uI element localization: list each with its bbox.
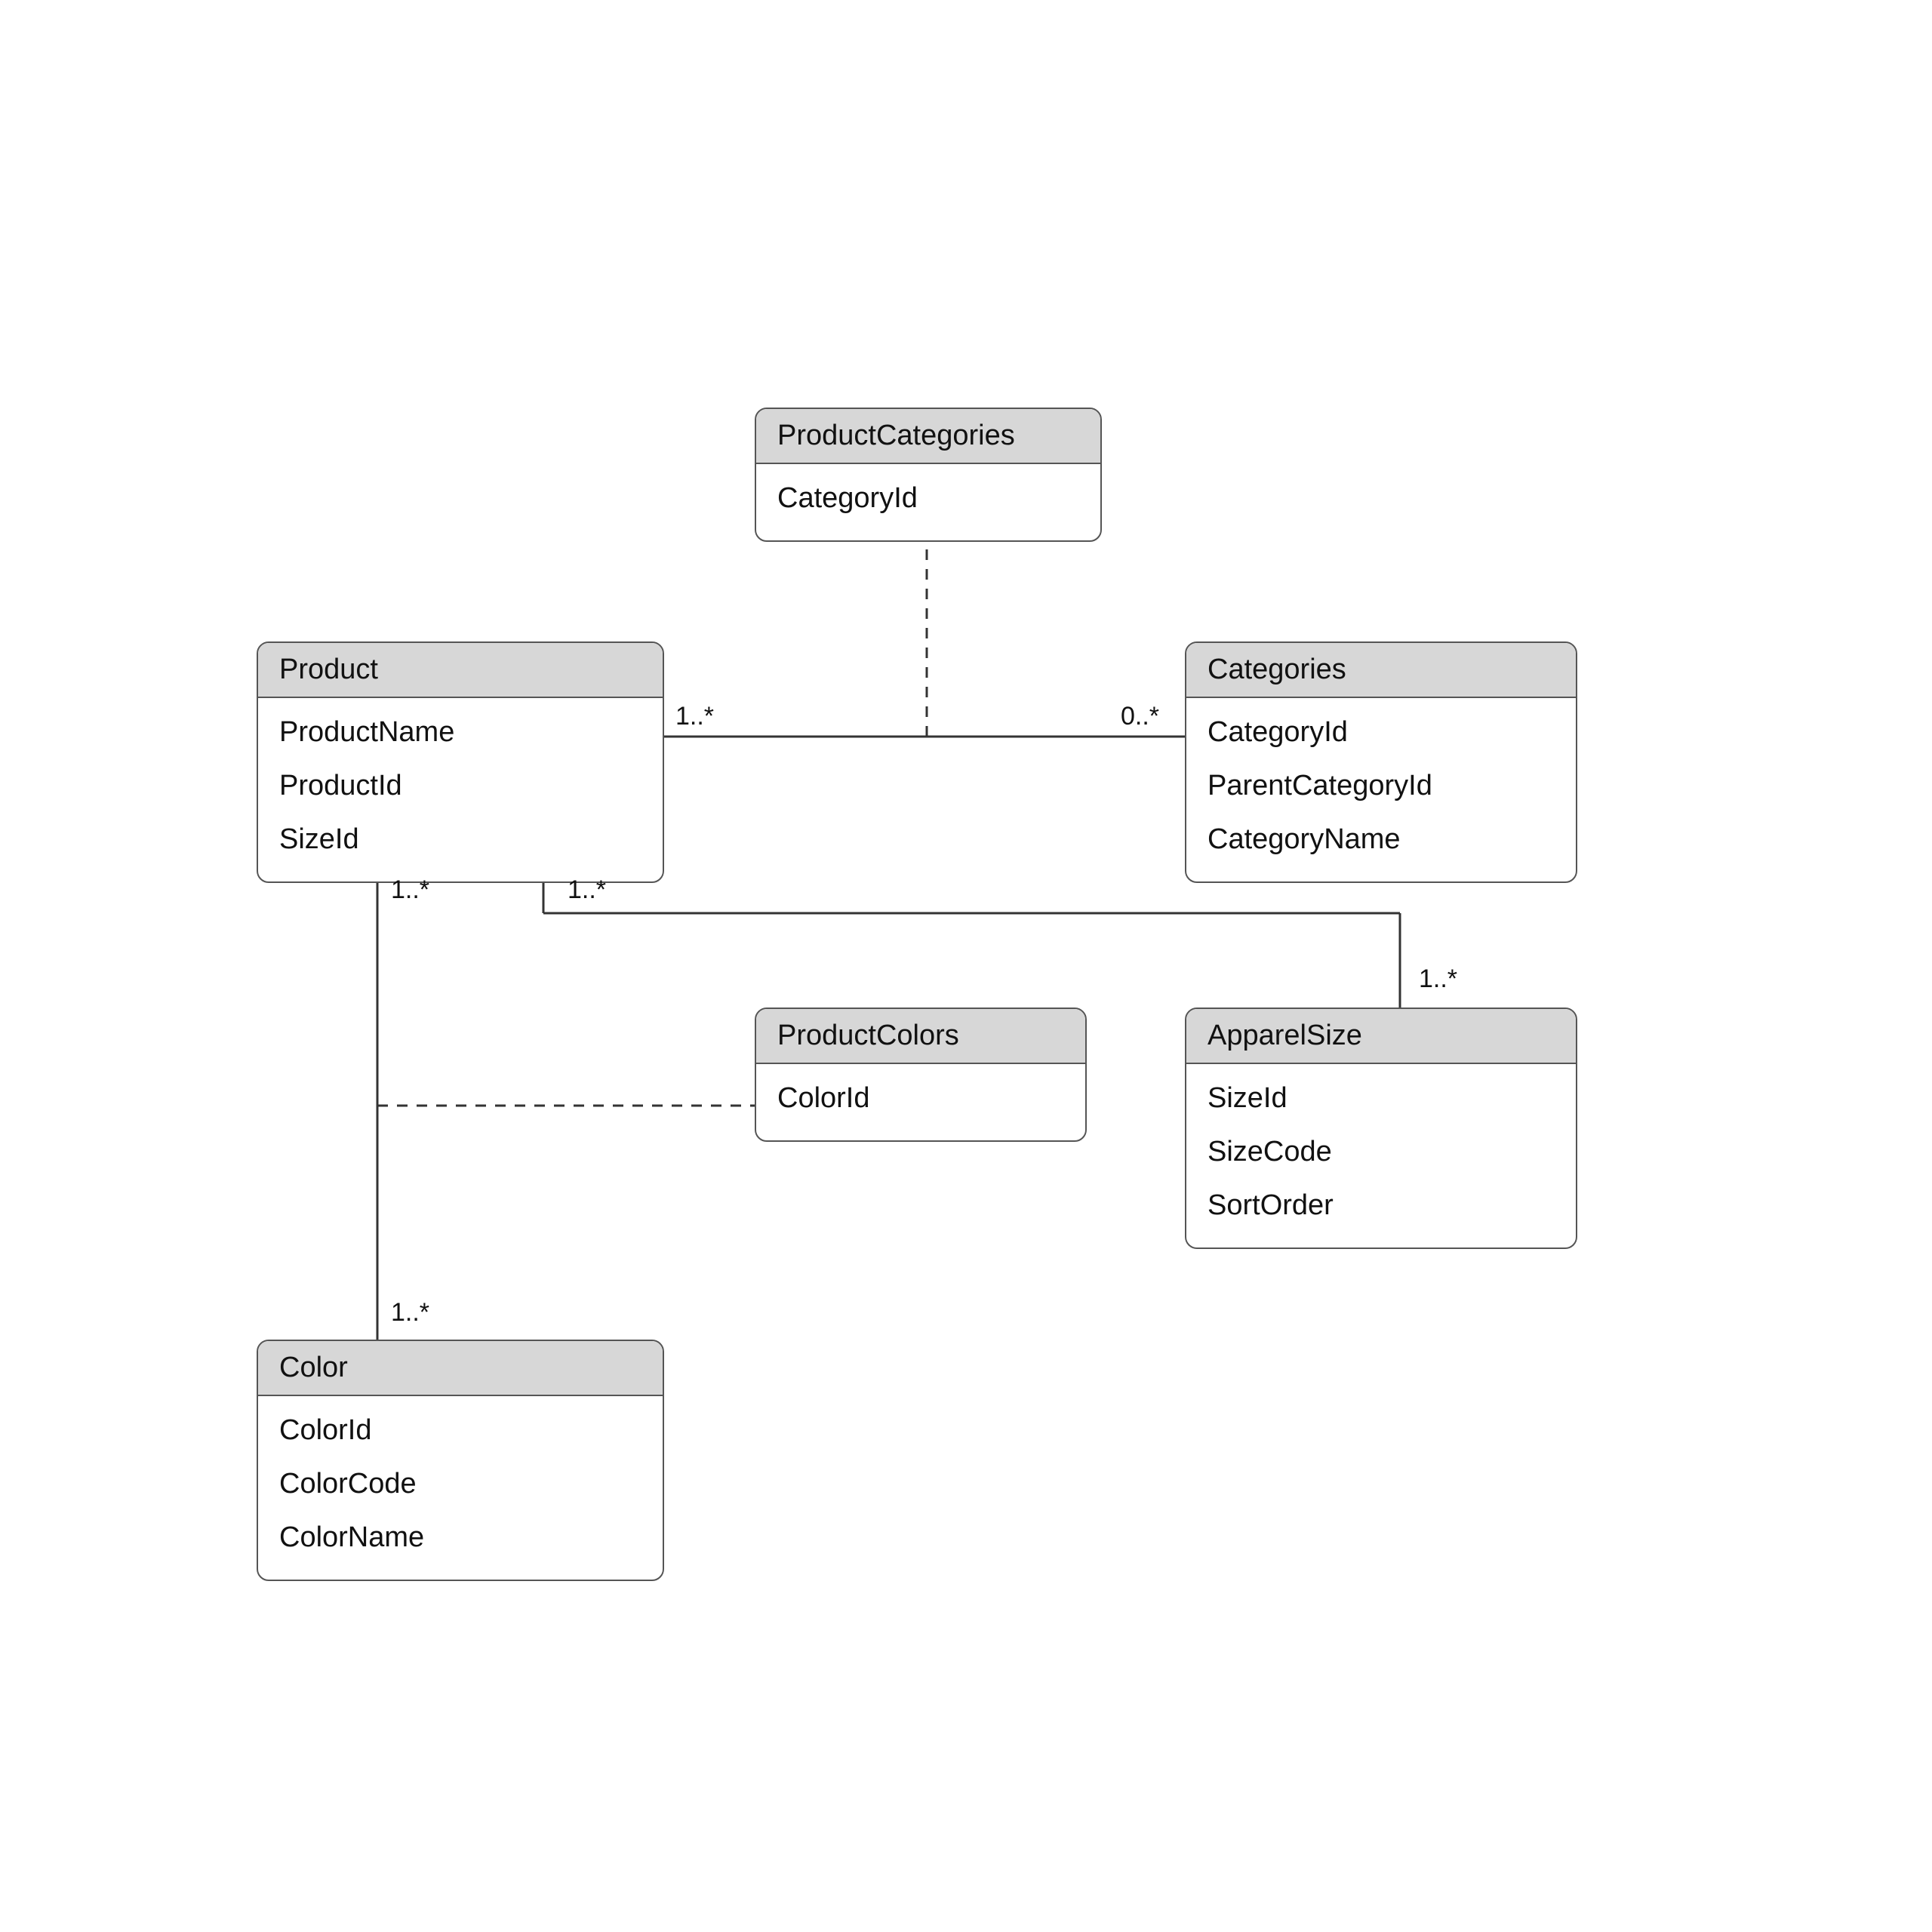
entity-product-colors: ProductColors ColorId xyxy=(755,1008,1087,1142)
entity-attr: ColorId xyxy=(279,1404,641,1457)
entity-title: ProductColors xyxy=(756,1009,1085,1064)
mult-product-categories-right: 0..* xyxy=(1121,702,1159,731)
entity-attr: SizeCode xyxy=(1208,1125,1555,1179)
mult-product-color-bottom: 1..* xyxy=(391,1298,429,1327)
entity-color: Color ColorId ColorCode ColorName xyxy=(257,1340,664,1581)
mult-product-size-left: 1..* xyxy=(568,875,606,905)
entity-attr: CategoryId xyxy=(777,472,1079,525)
entity-attr: ProductName xyxy=(279,706,641,759)
entity-product-categories: ProductCategories CategoryId xyxy=(755,408,1102,542)
entity-attr: CategoryName xyxy=(1208,813,1555,866)
entity-apparel-size: ApparelSize SizeId SizeCode SortOrder xyxy=(1185,1008,1577,1249)
entity-product: Product ProductName ProductId SizeId xyxy=(257,641,664,883)
mult-product-color-top: 1..* xyxy=(391,875,429,905)
entity-title: ProductCategories xyxy=(756,409,1100,464)
entity-attr: ProductId xyxy=(279,759,641,813)
entity-attr: ColorCode xyxy=(279,1457,641,1511)
entity-attr: ColorName xyxy=(279,1511,641,1564)
entity-categories: Categories CategoryId ParentCategoryId C… xyxy=(1185,641,1577,883)
entity-title: ApparelSize xyxy=(1186,1009,1576,1064)
connectors xyxy=(0,0,1932,1932)
entity-attr: CategoryId xyxy=(1208,706,1555,759)
uml-canvas: ProductCategories CategoryId Product Pro… xyxy=(0,0,1932,1932)
entity-title: Color xyxy=(258,1341,663,1396)
entity-attr: ParentCategoryId xyxy=(1208,759,1555,813)
entity-title: Categories xyxy=(1186,643,1576,698)
entity-attr: SizeId xyxy=(279,813,641,866)
entity-attr: ColorId xyxy=(777,1072,1064,1125)
mult-product-size-right: 1..* xyxy=(1419,964,1457,994)
entity-attr: SizeId xyxy=(1208,1072,1555,1125)
entity-attr: SortOrder xyxy=(1208,1179,1555,1232)
mult-product-categories-left: 1..* xyxy=(675,702,714,731)
entity-title: Product xyxy=(258,643,663,698)
